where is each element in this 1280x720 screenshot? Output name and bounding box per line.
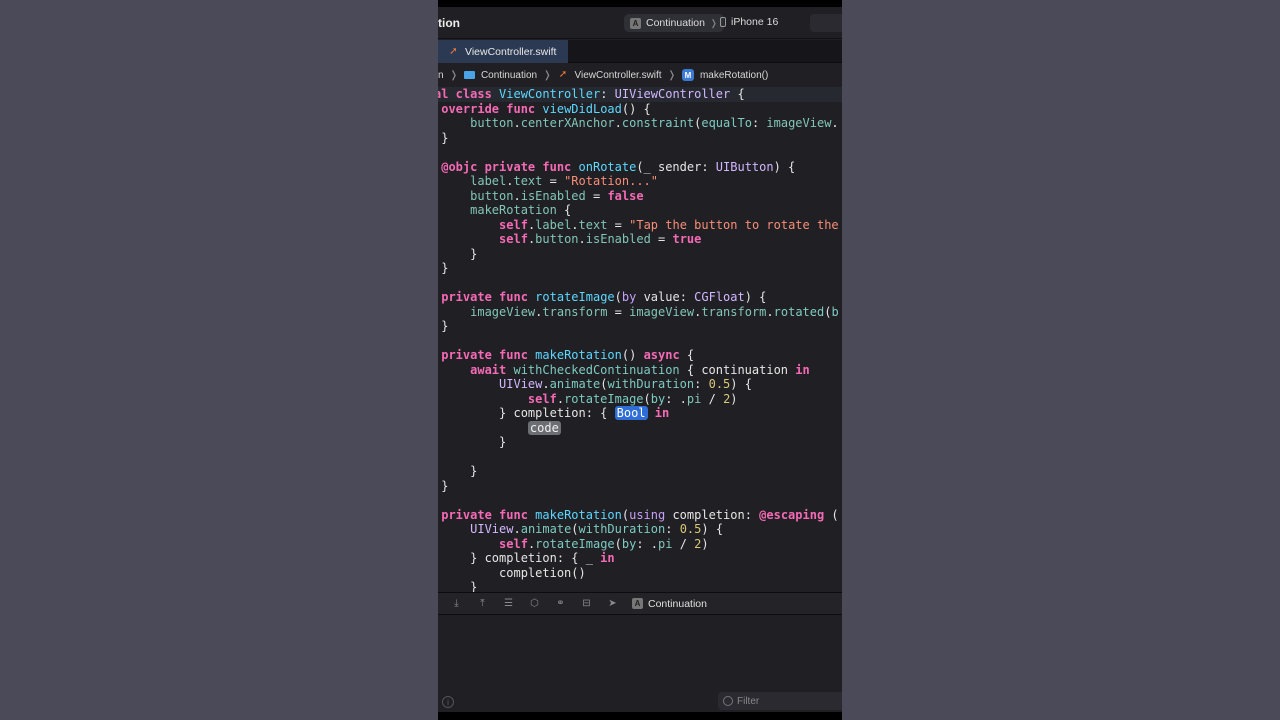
method-icon: M xyxy=(681,69,694,81)
debug-bar: ⤓ ⤒ ☰ ⬡ ⚭ ⊟ ➤ A Continuation xyxy=(438,592,842,615)
type-placeholder-token[interactable]: Bool xyxy=(614,406,648,420)
code-placeholder-token[interactable]: code xyxy=(527,420,561,435)
xcode-window: tion A Continuation ❭ iPhone 16 ➚ ViewCo… xyxy=(438,0,842,720)
breadcrumb-method[interactable]: makeRotation() xyxy=(700,70,768,81)
debug-target[interactable]: A Continuation xyxy=(632,598,707,610)
toolbar: tion A Continuation ❭ iPhone 16 xyxy=(438,7,842,39)
chevron-right-icon: ❭ xyxy=(709,17,718,28)
swift-file-icon: ➚ xyxy=(449,45,458,57)
swift-file-icon: ➚ xyxy=(558,69,568,80)
step-out-icon[interactable]: ⤒ xyxy=(476,597,489,610)
console-area[interactable]: i Filter xyxy=(438,616,842,712)
filter-placeholder: Filter xyxy=(737,695,760,707)
debug-target-label: Continuation xyxy=(648,597,707,610)
simulate-location-icon[interactable]: ⊟ xyxy=(580,597,593,610)
chevron-right-icon: ❭ xyxy=(667,69,676,81)
breadcrumb-project[interactable]: n xyxy=(438,70,444,81)
destination-selector[interactable]: iPhone 16 xyxy=(720,16,778,28)
folder-icon xyxy=(463,71,475,79)
location-arrow-icon[interactable]: ➤ xyxy=(606,597,619,610)
bottom-bar-letterbox xyxy=(438,712,842,720)
view-hierarchy-icon[interactable]: ☰ xyxy=(502,597,515,610)
code-editor[interactable]: al class ViewController: UIViewControlle… xyxy=(438,87,842,592)
toolbar-status-area xyxy=(810,14,842,32)
tab-viewcontroller-swift[interactable]: ➚ ViewController.swift xyxy=(438,40,568,63)
app-icon: A xyxy=(630,17,641,29)
step-into-icon[interactable]: ⤓ xyxy=(450,597,463,610)
tab-label: ViewController.swift xyxy=(465,45,557,58)
environment-overrides-icon[interactable]: ⚭ xyxy=(554,597,567,610)
source-code[interactable]: al class ViewController: UIViewControlle… xyxy=(438,87,839,592)
breadcrumb-folder[interactable]: Continuation xyxy=(481,70,537,81)
app-icon: A xyxy=(632,598,643,609)
memory-graph-icon[interactable]: ⬡ xyxy=(528,597,541,610)
filter-icon xyxy=(723,696,733,706)
editor-tab-bar: ➚ ViewController.swift xyxy=(438,40,842,63)
chevron-right-icon: ❭ xyxy=(543,69,552,81)
destination-label: iPhone 16 xyxy=(731,16,779,28)
chevron-right-icon: ❭ xyxy=(449,69,458,81)
scheme-label: Continuation xyxy=(646,17,705,29)
breadcrumb: n ❭ Continuation ❭ ➚ ViewController.swif… xyxy=(438,64,842,86)
breadcrumb-file[interactable]: ViewController.swift xyxy=(575,70,662,81)
project-title: tion xyxy=(438,16,460,30)
scheme-selector[interactable]: A Continuation ❭ xyxy=(624,14,724,32)
info-icon[interactable]: i xyxy=(442,696,454,708)
filter-field[interactable]: Filter xyxy=(718,692,842,710)
top-bar-letterbox xyxy=(438,0,842,7)
phone-icon xyxy=(720,17,726,27)
